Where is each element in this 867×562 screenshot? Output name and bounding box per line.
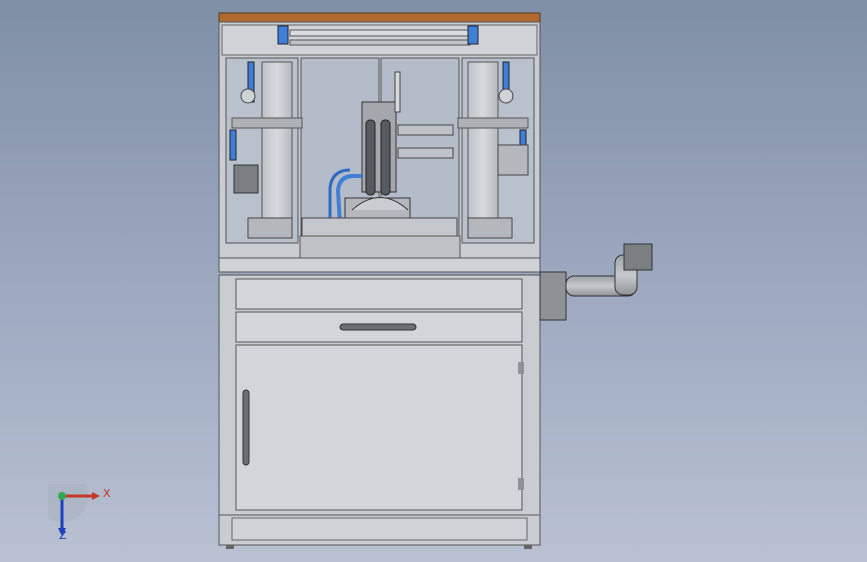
left-blue-cylinder-2 [229,129,237,161]
top-cylinder-left [277,25,289,45]
top-drawer-panel [235,278,523,310]
hinge-top [518,362,524,374]
left-base-block [247,217,293,239]
left-motor [233,164,259,194]
right-base-block [467,217,513,239]
right-crossbar [457,117,529,129]
left-crossbar [231,117,303,129]
clamp-finger-right [380,119,391,196]
arm-base-block [539,271,567,321]
cabinet-door[interactable] [235,344,523,511]
work-platform [301,217,458,237]
right-side-block [497,144,529,176]
x-axis-label: X [103,487,111,500]
z-axis-label: Z [59,529,67,542]
hinge-bottom [518,478,524,490]
foot-left [226,545,234,549]
door-handle[interactable] [242,389,250,466]
top-slide-rail [289,29,471,37]
arm-motor [623,243,653,271]
right-column [467,61,499,238]
clamp-finger-left [365,119,376,196]
machine-front-view [218,12,653,549]
center-slide-rail [397,124,454,136]
wooden-top-plate [218,12,541,23]
center-slide-rail-lower [397,147,454,159]
lower-frame-strip [299,235,461,259]
cad-viewport[interactable]: X Z [0,0,867,562]
plinth-inner [231,517,528,541]
drawer-handle[interactable] [339,323,417,331]
middle-band [218,257,541,273]
top-slide-rail-lower [289,39,471,46]
foot-right [524,545,532,549]
top-cylinder-right [467,25,479,45]
vertical-rod [394,71,401,113]
right-pulley [498,88,514,104]
left-pulley [240,88,256,104]
left-column [261,61,293,238]
